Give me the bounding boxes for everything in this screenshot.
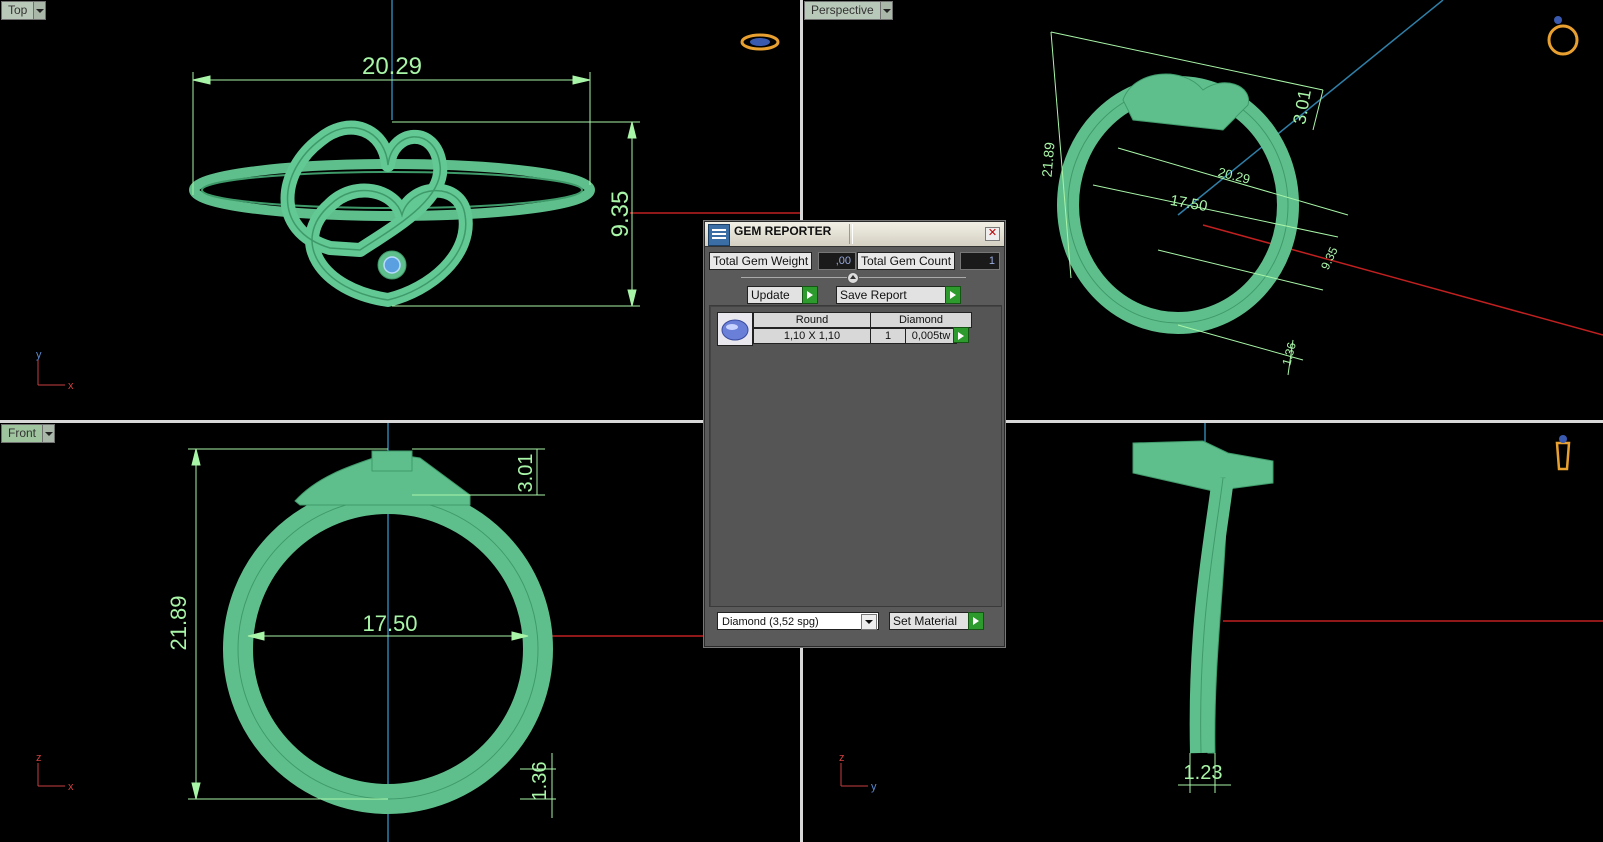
dim-right-band: 1.23	[1184, 762, 1223, 784]
axis-label-z: z	[36, 752, 42, 764]
collapse-toggle-icon[interactable]	[847, 272, 859, 284]
close-icon[interactable]: ✕	[985, 227, 1000, 241]
viewport-label-front[interactable]: Front	[1, 424, 56, 443]
viewcube-icon-top	[740, 33, 780, 51]
axis-triad-front: z x	[36, 752, 74, 793]
save-report-button[interactable]: Save Report	[836, 286, 961, 304]
ring-side	[1132, 440, 1274, 754]
gem-count: 1	[870, 328, 906, 344]
viewport-label-text: Perspective	[811, 3, 874, 17]
chevron-down-icon[interactable]	[33, 2, 46, 19]
dim-top-height: 9.35	[607, 191, 634, 238]
axis-label-y: y	[36, 349, 42, 361]
dim-persp-height: 3.01	[1289, 88, 1315, 126]
axis-triad-top: y x	[36, 349, 74, 392]
total-gem-count-label: Total Gem Count	[857, 252, 956, 270]
play-arrow-icon	[968, 612, 984, 630]
save-report-button-label: Save Report	[840, 288, 907, 302]
axis-triad-right: z y	[839, 752, 877, 793]
gem-reporter-titlebar[interactable]: GEM REPORTER ✕	[705, 222, 1004, 247]
play-arrow-icon	[953, 327, 969, 343]
viewport-front[interactable]: 21.89 17.50 3.01 1.36 z x Front	[0, 423, 800, 842]
title-separator	[849, 224, 853, 244]
viewcube-icon-persp	[1547, 16, 1579, 56]
gem-reporter-panel: GEM REPORTER ✕ Total Gem Weight ,00 Tota…	[704, 221, 1005, 647]
viewport-label-top[interactable]: Top	[1, 1, 47, 20]
axis-label-y: y	[871, 781, 877, 793]
set-material-button-label: Set Material	[893, 614, 958, 628]
viewport-label-text: Front	[8, 426, 37, 440]
play-arrow-icon	[945, 286, 961, 304]
axis-label-z: z	[839, 752, 845, 764]
dim-front-band: 1.36	[529, 762, 551, 801]
dim-persp-outer: 21.89	[1039, 141, 1058, 178]
update-button[interactable]: Update	[747, 286, 818, 304]
dim-front-top: 3.01	[515, 454, 537, 493]
viewport-top[interactable]: 20.29 9.35 y x Top	[0, 0, 800, 420]
gem-list-item[interactable]: Round Diamond 1,10 X 1,10 1 0,005tw	[717, 312, 975, 346]
material-row: Diamond (3,52 spg) Set Material	[717, 610, 1000, 632]
total-gem-weight-label: Total Gem Weight	[709, 252, 813, 270]
chevron-down-icon[interactable]	[42, 425, 55, 442]
dim-front-outer: 21.89	[166, 595, 191, 650]
dim-persp-depth: 9.35	[1318, 244, 1341, 271]
chevron-down-icon[interactable]	[879, 2, 892, 19]
gem-size: 1,10 X 1,10	[753, 328, 871, 344]
gem-reporter-logo-icon	[708, 224, 730, 246]
material-select[interactable]: Diamond (3,52 spg)	[717, 612, 879, 630]
total-gem-count-value: 1	[960, 252, 1000, 270]
gem-list[interactable]: Round Diamond 1,10 X 1,10 1 0,005tw	[709, 305, 1002, 607]
set-material-button[interactable]: Set Material	[889, 612, 984, 630]
dim-persp-band: 1.36	[1279, 341, 1299, 367]
play-arrow-icon	[802, 286, 818, 304]
axis-label-x: x	[68, 781, 74, 793]
dim-persp-width: 20.29	[1216, 164, 1251, 186]
viewport-label-perspective[interactable]: Perspective	[804, 1, 893, 20]
gem-reporter-title: GEM REPORTER	[734, 224, 832, 238]
gem-detail-button[interactable]	[953, 327, 969, 343]
gem-weight: 0,005tw	[905, 328, 957, 344]
dim-front-inner: 17.50	[362, 611, 417, 636]
axis-label-x: x	[68, 380, 74, 392]
gem-top	[383, 256, 401, 274]
viewcube-icon-right	[1555, 435, 1571, 471]
chevron-down-icon[interactable]	[861, 614, 877, 630]
gem-material: Diamond	[870, 312, 972, 328]
gem-shape: Round	[753, 312, 871, 328]
viewport-label-text: Top	[8, 3, 28, 17]
round-gem-thumbnail-icon	[717, 312, 753, 346]
dim-top-width: 20.29	[362, 53, 422, 80]
top-view-scene: 20.29 9.35 y x	[36, 0, 800, 392]
material-select-value: Diamond (3,52 spg)	[722, 616, 819, 628]
front-view-scene: 21.89 17.50 3.01 1.36 z x	[36, 423, 800, 842]
update-button-label: Update	[751, 288, 790, 302]
total-gem-weight-value: ,00	[818, 252, 856, 270]
